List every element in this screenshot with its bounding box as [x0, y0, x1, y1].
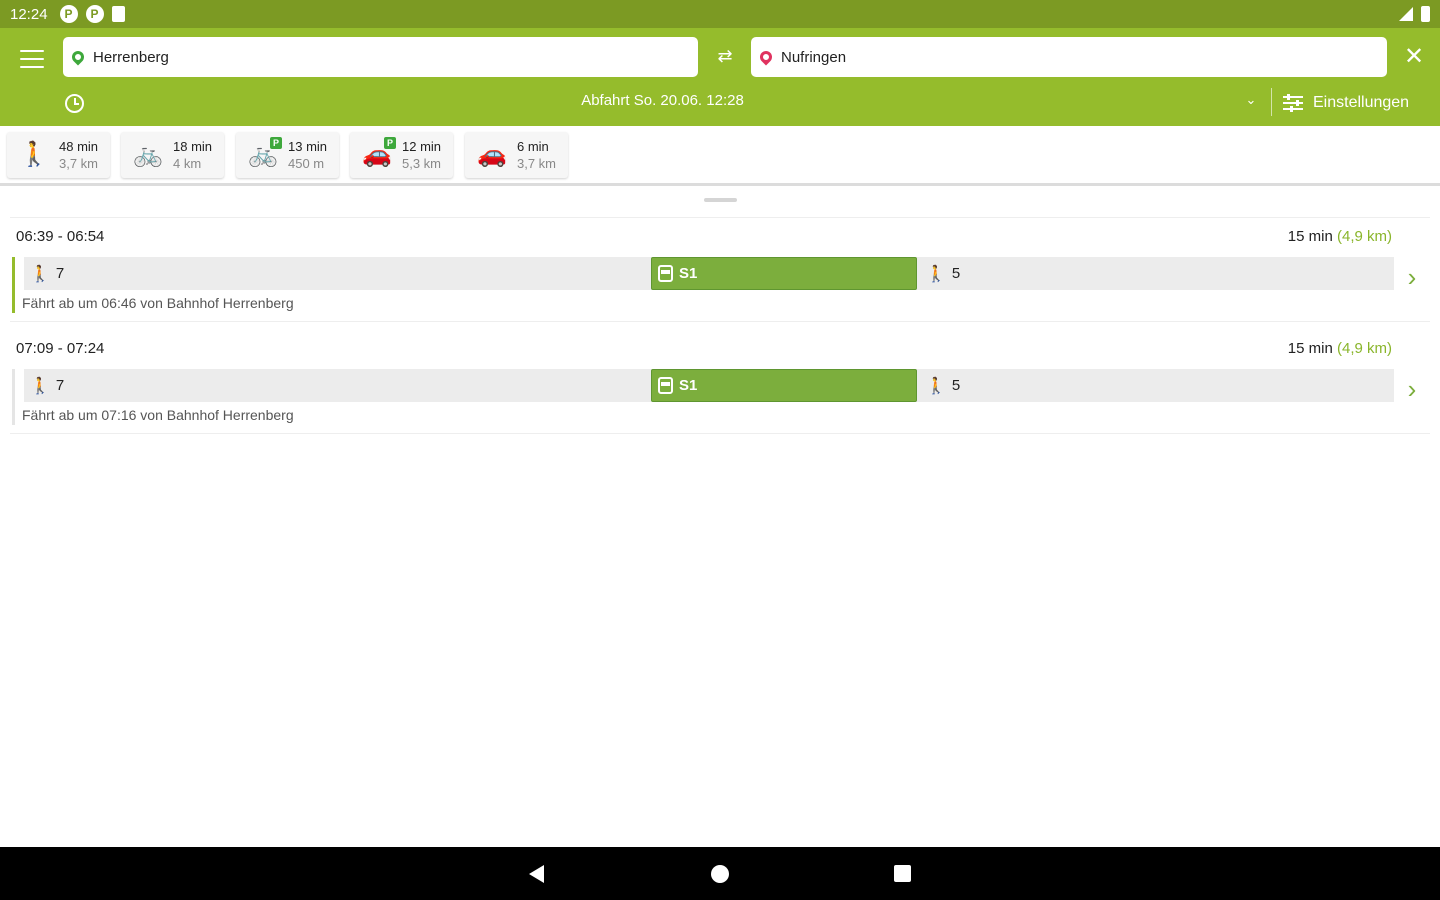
walk-icon: 🚶	[926, 377, 946, 395]
car-icon: 🚗	[477, 141, 507, 168]
connection-timeline: 🚶 7 S1 🚶 5	[24, 257, 1394, 290]
walk-icon: 🚶	[19, 141, 49, 168]
connection-duration: 15 min (4,9 km)	[1288, 340, 1392, 357]
mode-duration: 12 min	[402, 139, 442, 154]
departure-info: Fährt ab um 06:46 von Bahnhof Herrenberg	[22, 295, 294, 311]
from-field[interactable]: Herrenberg	[63, 37, 698, 77]
mode-walk[interactable]: 🚶 48 min 3,7 km	[7, 132, 110, 178]
walk-minutes: 5	[951, 265, 961, 282]
connection-timeline: 🚶 7 S1 🚶 5	[24, 369, 1394, 402]
walk-icon: 🚶	[30, 265, 50, 283]
mode-duration: 13 min	[288, 139, 328, 154]
departure-time-selector[interactable]: Abfahrt So. 20.06. 12:28	[90, 92, 1235, 114]
duration-value: 15 min	[1287, 340, 1333, 357]
settings-sliders-icon	[1283, 94, 1303, 112]
mode-park-and-ride[interactable]: 🚗 P 12 min 5,3 km	[350, 132, 453, 178]
train-segment: S1	[651, 369, 917, 402]
train-icon	[658, 377, 673, 394]
settings-button[interactable]: Einstellungen	[1283, 90, 1409, 116]
walk-icon: 🚶	[926, 265, 946, 283]
divider	[10, 321, 1430, 322]
drag-handle[interactable]	[704, 198, 737, 202]
signal-icon	[1399, 7, 1413, 21]
park-and-ride-icon: 🚗 P	[360, 137, 396, 171]
chevron-right-icon[interactable]: ›	[1402, 263, 1422, 291]
sd-card-icon	[111, 6, 125, 22]
connection-duration: 15 min (4,9 km)	[1288, 228, 1392, 245]
close-button[interactable]: ✕	[1401, 42, 1427, 70]
selected-indicator	[12, 257, 15, 313]
duration-value: 15 min	[1287, 228, 1333, 245]
settings-label: Einstellungen	[1313, 94, 1410, 111]
mode-bike-and-ride[interactable]: 🚲 P 13 min 450 m	[236, 132, 339, 178]
bike-and-ride-icon: 🚲 P	[246, 137, 282, 171]
mode-duration: 6 min	[517, 139, 549, 154]
train-icon	[658, 265, 673, 282]
train-segment: S1	[651, 257, 917, 290]
connection-item[interactable]: 06:39 - 06:54 15 min (4,9 km) 🚶 7 S1 🚶 5…	[10, 218, 1430, 328]
connection-times: 07:09 - 07:24	[16, 340, 105, 357]
destination-pin-icon	[757, 48, 775, 66]
connection-times: 06:39 - 06:54	[16, 228, 105, 245]
walk-segment: 🚶 5	[926, 369, 960, 402]
menu-button[interactable]	[18, 48, 46, 70]
mode-strip: 🚶 48 min 3,7 km 🚲 18 min 4 km 🚲 P 13 min …	[0, 126, 1440, 186]
walk-minutes: 5	[951, 377, 961, 394]
bike-icon: 🚲	[133, 141, 163, 168]
swap-button[interactable]: ⇄	[713, 46, 737, 70]
chevron-down-icon[interactable]: ⌄	[1243, 92, 1259, 114]
battery-icon	[1421, 6, 1430, 22]
from-value: Herrenberg	[93, 48, 169, 66]
home-icon[interactable]	[711, 865, 729, 883]
connection-item[interactable]: 07:09 - 07:24 15 min (4,9 km) 🚶 7 S1 🚶 5…	[10, 330, 1430, 440]
swap-icon: ⇄	[717, 46, 733, 66]
mode-distance: 3,7 km	[517, 156, 557, 171]
status-bar: 12:24 P P	[0, 0, 1440, 28]
mode-distance: 450 m	[288, 156, 325, 171]
walk-segment: 🚶 5	[926, 257, 960, 290]
search-header: Herrenberg ⇄ Nufringen ✕ Abfahrt So. 20.…	[0, 28, 1440, 126]
mode-duration: 18 min	[173, 139, 213, 154]
origin-pin-icon	[69, 48, 87, 66]
mode-distance: 5,3 km	[402, 156, 442, 171]
mode-duration: 48 min	[59, 139, 99, 154]
walk-minutes: 7	[55, 377, 65, 394]
walk-icon: 🚶	[30, 377, 50, 395]
divider	[10, 433, 1430, 434]
notification-p-icon: P	[59, 5, 78, 23]
status-time: 12:24	[10, 5, 48, 23]
to-value: Nufringen	[781, 48, 847, 66]
distance-value: (4,9 km)	[1336, 340, 1392, 357]
walk-segment: 🚶 7	[30, 257, 64, 290]
chevron-right-icon[interactable]: ›	[1402, 375, 1422, 403]
clock-icon[interactable]	[65, 94, 84, 113]
mode-bike[interactable]: 🚲 18 min 4 km	[121, 132, 224, 178]
row-indicator	[12, 369, 15, 425]
mode-car[interactable]: 🚗 6 min 3,7 km	[465, 132, 568, 178]
system-nav-bar	[0, 847, 1440, 900]
walk-segment: 🚶 7	[30, 369, 64, 402]
departure-info: Fährt ab um 07:16 von Bahnhof Herrenberg	[22, 407, 294, 423]
close-icon: ✕	[1403, 43, 1425, 70]
line-label: S1	[679, 377, 698, 394]
divider	[1271, 88, 1272, 116]
mode-distance: 4 km	[173, 156, 202, 171]
notification-p-icon: P	[85, 5, 104, 23]
distance-value: (4,9 km)	[1336, 228, 1392, 245]
walk-minutes: 7	[55, 265, 65, 282]
back-icon[interactable]	[529, 865, 544, 883]
recent-apps-icon[interactable]	[894, 865, 911, 882]
line-label: S1	[679, 265, 698, 282]
mode-distance: 3,7 km	[59, 156, 99, 171]
to-field[interactable]: Nufringen	[751, 37, 1387, 77]
